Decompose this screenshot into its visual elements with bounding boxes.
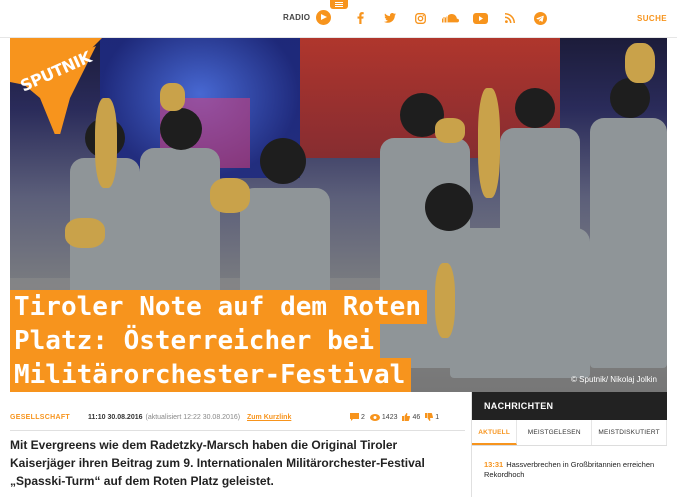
- meta-divider: [10, 430, 465, 431]
- likes-stat[interactable]: 46: [402, 413, 420, 421]
- news-time: 13:31: [484, 460, 504, 469]
- headline-line: Tiroler Note auf dem Roten: [10, 290, 427, 324]
- article-stats: 2 1423 46 1: [350, 413, 439, 421]
- article-lead: Mit Evergreens wie dem Radetzky-Marsch h…: [10, 438, 425, 488]
- comment-icon: [350, 413, 359, 421]
- tab-meistdiskutiert[interactable]: MEISTDISKUTIERT: [592, 420, 667, 445]
- thumbs-up-icon: [402, 413, 411, 421]
- publish-time: 11:10 30.08.2016 (aktualisiert 12:22 30.0…: [88, 414, 240, 421]
- musician-hat: [610, 78, 650, 118]
- short-link-button[interactable]: Zum Kurzlink: [247, 414, 291, 421]
- facebook-icon[interactable]: [345, 11, 375, 25]
- musician-figure: [590, 118, 667, 368]
- youtube-icon[interactable]: [465, 11, 495, 25]
- news-sidebar: NACHRICHTEN AKTUELL MEISTGELESEN MEISTDI…: [471, 392, 667, 497]
- brass-instrument: [210, 178, 250, 213]
- top-bar: RADIO SUCHE: [0, 0, 677, 38]
- news-title: Hassverbrechen in Großbritannien erreich…: [484, 460, 655, 479]
- radio-label: RADIO: [283, 13, 311, 22]
- photo-credit: © Sputnik/ Nikolaj Jolkin: [571, 375, 657, 384]
- search-button[interactable]: SUCHE: [637, 14, 667, 23]
- article-meta: GESELLSCHAFT 11:10 30.08.2016 (aktualisie…: [10, 410, 465, 424]
- brass-instrument: [65, 218, 105, 248]
- hero-image[interactable]: SPUTNIK Tiroler Note auf dem Roten Platz…: [10, 38, 667, 392]
- tab-aktuell[interactable]: AKTUELL: [472, 420, 518, 445]
- sidebar-tabs: AKTUELL MEISTGELESEN MEISTDISKUTIERT: [472, 420, 667, 446]
- musician-hat: [160, 108, 202, 150]
- brass-instrument: [435, 118, 465, 143]
- menu-toggle-button[interactable]: [330, 0, 348, 9]
- category-link[interactable]: GESELLSCHAFT: [10, 414, 70, 421]
- twitter-icon[interactable]: [375, 11, 405, 25]
- sidebar-title: NACHRICHTEN: [472, 392, 667, 420]
- publish-date: 11:10 30.08.2016: [88, 413, 143, 421]
- brass-instrument: [478, 88, 500, 198]
- brass-instrument: [625, 43, 655, 83]
- social-links: [345, 11, 555, 25]
- brass-instrument: [160, 83, 185, 111]
- rss-icon[interactable]: [495, 11, 525, 25]
- play-icon[interactable]: [316, 10, 332, 25]
- instagram-icon[interactable]: [405, 11, 435, 25]
- soundcloud-icon[interactable]: [435, 11, 465, 25]
- telegram-icon[interactable]: [525, 11, 555, 25]
- musician-hat: [425, 183, 473, 231]
- headline-line: Platz: Österreicher bei: [10, 324, 381, 358]
- news-list-item[interactable]: 13:31 Hassverbrechen in Großbritannien er…: [472, 446, 667, 480]
- headline-line: Militärorchester-Festival: [10, 358, 412, 392]
- views-count: 1423: [381, 413, 398, 421]
- brass-instrument: [435, 263, 455, 338]
- musician-hat: [260, 138, 306, 184]
- sputnik-logo[interactable]: SPUTNIK: [10, 38, 106, 142]
- dislikes-count: 1: [435, 413, 440, 421]
- musician-hat: [515, 88, 555, 128]
- views-stat: 1423: [369, 413, 398, 421]
- likes-count: 46: [412, 413, 421, 421]
- comments-count: 2: [361, 413, 365, 421]
- eye-icon: [369, 413, 380, 421]
- thumbs-down-icon: [425, 413, 434, 421]
- tab-meistgelesen[interactable]: MEISTGELESEN: [517, 420, 593, 445]
- dislikes-stat[interactable]: 1: [425, 413, 439, 421]
- article-headline: Tiroler Note auf dem Roten Platz: Österr…: [10, 290, 427, 392]
- musician-figure: [500, 128, 580, 348]
- radio-link[interactable]: RADIO: [283, 10, 332, 25]
- updated-time: (aktualisiert 12:22 30.08.2016): [145, 413, 241, 421]
- comments-stat[interactable]: 2: [350, 413, 365, 421]
